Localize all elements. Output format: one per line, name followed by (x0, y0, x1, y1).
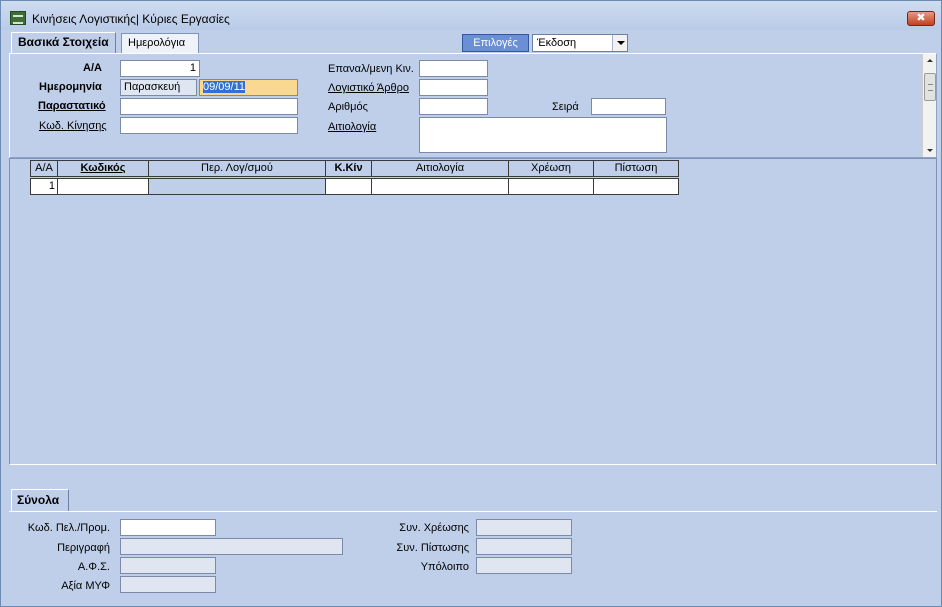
column-header-credit[interactable]: Πίστωση (593, 160, 679, 177)
options-button[interactable]: Επιλογές (462, 34, 529, 52)
app-icon (10, 11, 26, 25)
customer-code-field[interactable] (120, 519, 216, 536)
column-header-code[interactable]: Κωδικός (57, 160, 149, 177)
article-field[interactable] (419, 79, 488, 96)
scroll-down-icon[interactable] (923, 143, 937, 157)
customer-code-label: Κωδ. Πελ./Προμ. (27, 522, 110, 534)
chevron-down-icon[interactable] (612, 35, 627, 51)
reason-field[interactable] (419, 117, 667, 153)
date-field[interactable]: 09/09/11 (199, 79, 298, 96)
column-header-reason[interactable]: Αιτιολογία (371, 160, 509, 177)
date-label: Ημερομηνία (39, 81, 102, 93)
header-scrollbar[interactable] (922, 54, 936, 157)
move-code-field[interactable] (120, 117, 298, 134)
column-header-account-desc[interactable]: Περ. Λογ/σμού (148, 160, 326, 177)
myf-field (120, 576, 216, 593)
aa-label: Α/Α (83, 62, 102, 74)
table-row-cell-aa[interactable]: 1 (30, 178, 58, 195)
reason-label[interactable]: Αιτιολογία (328, 121, 376, 133)
repeat-field[interactable] (419, 60, 488, 77)
close-button[interactable]: ✖ (907, 11, 935, 26)
move-code-label[interactable]: Κωδ. Κίνησης (39, 120, 107, 132)
table-row-cell-account-desc[interactable] (148, 178, 326, 195)
document-label[interactable]: Παραστατικό (38, 100, 106, 112)
column-header-debit[interactable]: Χρέωση (508, 160, 594, 177)
table-row-cell-code[interactable] (57, 178, 149, 195)
title-bar: Κινήσεις Λογιστικής| Κύριες Εργασίες ✖ (1, 1, 941, 30)
series-field[interactable] (591, 98, 666, 115)
version-select-value: Έκδοση (537, 37, 577, 49)
entries-grid-panel (9, 158, 937, 465)
afs-field (120, 557, 216, 574)
repeat-label: Επαναλ/μενη Κιν. (328, 63, 414, 75)
day-field: Παρασκευή (120, 79, 197, 96)
total-credit-field (476, 538, 572, 555)
table-row-cell-credit[interactable] (593, 178, 679, 195)
description-field (120, 538, 343, 555)
column-header-move-code[interactable]: Κ.Κίν (325, 160, 372, 177)
number-field[interactable] (419, 98, 488, 115)
tab-basic-info[interactable]: Βασικά Στοιχεία (11, 32, 116, 54)
afs-label: Α.Φ.Σ. (77, 561, 110, 573)
document-field[interactable] (120, 98, 298, 115)
scroll-thumb[interactable] (924, 73, 936, 101)
version-select[interactable]: Έκδοση (532, 34, 628, 52)
series-label: Σειρά (552, 101, 579, 113)
scroll-up-icon[interactable] (923, 54, 937, 68)
total-debit-field (476, 519, 572, 536)
tab-totals[interactable]: Σύνολα (11, 489, 69, 512)
total-credit-label: Συν. Πίστωσης (396, 542, 469, 554)
total-debit-label: Συν. Χρέωσης (399, 522, 469, 534)
table-row-cell-debit[interactable] (508, 178, 594, 195)
myf-label: Αξία ΜΥΦ (61, 580, 110, 592)
aa-field[interactable]: 1 (120, 60, 200, 77)
description-label: Περιγραφή (57, 542, 110, 554)
number-label: Αριθμός (328, 101, 368, 113)
window-title: Κινήσεις Λογιστικής| Κύριες Εργασίες (32, 12, 230, 26)
table-row-cell-move-code[interactable] (325, 178, 372, 195)
window: Κινήσεις Λογιστικής| Κύριες Εργασίες ✖ Β… (0, 0, 942, 607)
balance-field (476, 557, 572, 574)
table-row-cell-reason[interactable] (371, 178, 509, 195)
date-field-value: 09/09/11 (203, 81, 246, 93)
tab-journals[interactable]: Ημερολόγια (121, 33, 199, 54)
article-label[interactable]: Λογιστικό Άρθρο (328, 82, 409, 94)
balance-label: Υπόλοιπο (420, 561, 469, 573)
column-header-aa[interactable]: Α/Α (30, 160, 58, 177)
